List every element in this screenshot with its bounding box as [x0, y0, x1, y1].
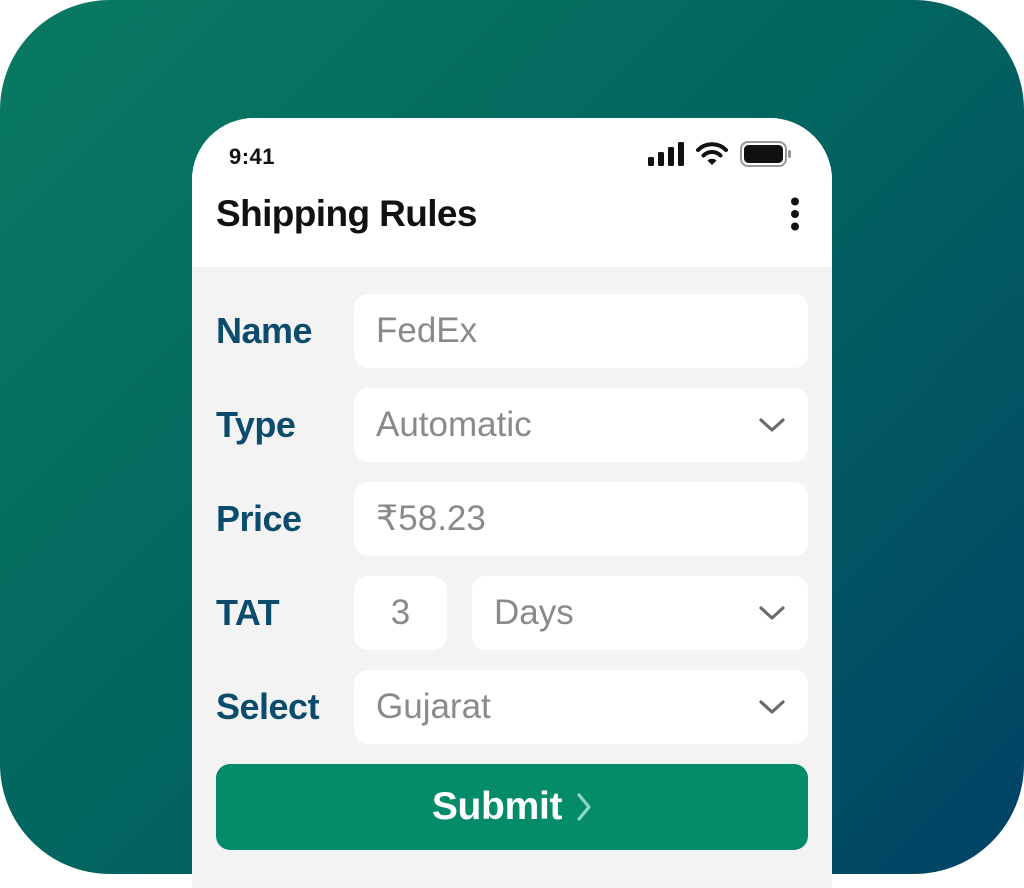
battery-icon: [740, 141, 791, 167]
type-row: Type Automatic: [216, 388, 808, 462]
submit-button[interactable]: Submit: [216, 764, 808, 850]
app-header: 9:41 Shipping Rules: [192, 118, 832, 267]
region-select[interactable]: Gujarat: [354, 670, 808, 744]
type-select[interactable]: Automatic: [354, 388, 808, 462]
select-label: Select: [216, 686, 320, 727]
tat-label: TAT: [216, 592, 280, 633]
status-icons: [648, 140, 792, 168]
page-title: Shipping Rules: [216, 193, 477, 234]
cellular-signal-icon: [648, 142, 684, 166]
region-value: Gujarat: [376, 687, 491, 726]
phone-screen: 9:41 Shipping Rules Name FedEx Type Auto…: [192, 118, 832, 888]
tat-row: TAT 3 Days: [216, 576, 808, 650]
chevron-down-icon: [759, 606, 785, 620]
chevron-right-icon: [577, 793, 591, 821]
chevron-down-icon: [759, 700, 785, 714]
wifi-icon: [696, 142, 728, 165]
name-value: FedEx: [376, 311, 478, 350]
name-row: Name FedEx: [216, 294, 808, 368]
select-row: Select Gujarat: [216, 670, 808, 744]
price-row: Price ₹58.23: [216, 482, 808, 556]
chevron-down-icon: [759, 418, 785, 432]
name-input[interactable]: FedEx: [354, 294, 808, 368]
tat-unit-value: Days: [494, 593, 574, 632]
tat-amount-value: 3: [390, 593, 411, 632]
name-label: Name: [216, 310, 313, 351]
type-label: Type: [216, 404, 296, 445]
tat-amount-input[interactable]: 3: [354, 576, 447, 650]
price-input[interactable]: ₹58.23: [354, 482, 808, 556]
price-value: ₹58.23: [376, 499, 486, 538]
type-value: Automatic: [376, 405, 532, 444]
more-vertical-icon: [791, 197, 799, 231]
status-time: 9:41: [229, 144, 276, 169]
tat-unit-select[interactable]: Days: [472, 576, 808, 650]
price-label: Price: [216, 498, 302, 539]
submit-label: Submit: [431, 785, 563, 828]
more-options-button[interactable]: [780, 192, 810, 236]
